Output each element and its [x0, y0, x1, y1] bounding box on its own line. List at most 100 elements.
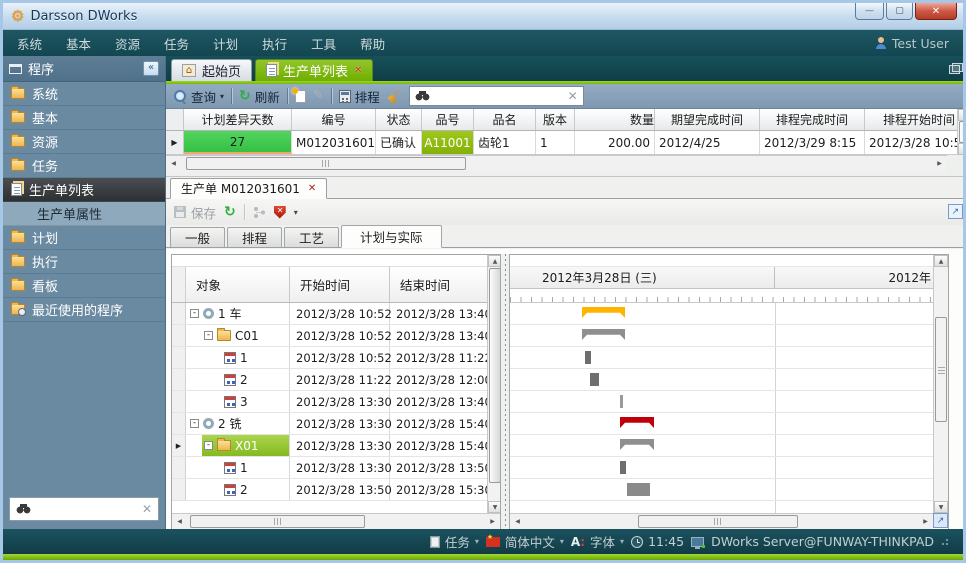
close-button[interactable]: ✕	[915, 3, 957, 20]
font-dropdown-icon[interactable]: ▾	[620, 537, 624, 546]
maximize-button[interactable]: ▢	[886, 3, 913, 20]
scroll-up-icon[interactable]: ▲	[488, 255, 500, 267]
shield-dropdown-icon[interactable]: ▾	[294, 208, 298, 217]
sidebar-search-box[interactable]: ✕	[9, 497, 159, 521]
gantt-hscrollbar[interactable]: ◀ ▶	[510, 513, 933, 529]
toolbar-search-box[interactable]: ✕	[409, 86, 584, 106]
col-item-no[interactable]: 品号	[422, 109, 474, 130]
tree-expander-icon[interactable]: -	[204, 331, 213, 340]
menu-help[interactable]: 帮助	[360, 34, 385, 53]
gantt-bar-summary[interactable]	[620, 439, 654, 450]
grid-hscrollbar[interactable]: ◀ ▶	[166, 155, 947, 171]
query-dropdown-icon[interactable]: ▾	[220, 92, 224, 101]
tree-row[interactable]: -C012012/3/28 10:522012/3/28 13:40	[172, 325, 487, 347]
tree-row[interactable]: 32012/3/28 13:302012/3/28 13:40	[172, 391, 487, 413]
tree-row[interactable]: 22012/3/28 13:502012/3/28 15:30	[172, 479, 487, 501]
scroll-down-icon[interactable]: ▼	[934, 501, 948, 513]
schedule-button[interactable]: 排程	[339, 87, 380, 106]
subtab-process[interactable]: 工艺	[284, 227, 339, 247]
sidebar-item[interactable]: 任务	[3, 154, 165, 178]
scroll-thumb[interactable]	[638, 515, 798, 528]
tree-row[interactable]: -1 车2012/3/28 10:522012/3/28 13:40	[172, 303, 487, 325]
col-expect-finish[interactable]: 期望完成时间	[655, 109, 760, 130]
cascade-windows-icon[interactable]	[949, 63, 963, 74]
col-plan-diff-days[interactable]: 计划差异天数	[184, 109, 292, 130]
gantt-popout-icon[interactable]: ↗	[933, 513, 948, 528]
popout-icon[interactable]: ↗	[948, 204, 963, 219]
toolbar-search-clear-icon[interactable]: ✕	[568, 89, 578, 103]
menu-resource[interactable]: 资源	[115, 34, 140, 53]
gantt-bar-task[interactable]	[620, 461, 626, 474]
tree-expander-icon[interactable]: -	[190, 419, 199, 428]
query-button[interactable]: 查询 ▾	[174, 87, 224, 106]
subtab-general[interactable]: 一般	[170, 227, 225, 247]
tree-col-object[interactable]: 对象	[186, 267, 290, 302]
subtab-schedule[interactable]: 排程	[227, 227, 282, 247]
gantt-bar-task[interactable]	[620, 395, 623, 408]
sidebar-search-clear-icon[interactable]: ✕	[142, 502, 152, 516]
tree-col-start[interactable]: 开始时间	[290, 267, 390, 302]
status-task-selector[interactable]: 任务 ▾	[430, 532, 479, 551]
sidebar-item[interactable]: 计划	[3, 226, 165, 250]
menu-tools[interactable]: 工具	[311, 34, 336, 53]
refresh-button[interactable]: ↻ 刷新	[239, 87, 280, 106]
scroll-right-icon[interactable]: ▶	[932, 156, 947, 171]
sidebar-item[interactable]: 最近使用的程序	[3, 298, 165, 322]
tree-row[interactable]: 12012/3/28 13:302012/3/28 13:50	[172, 457, 487, 479]
scroll-up-icon[interactable]: ▲	[958, 109, 966, 121]
grid-row[interactable]: ▶ 27 M012031601 已确认 A11001 齿轮1 1 200.00 …	[166, 131, 966, 155]
gantt-bar-task[interactable]	[585, 351, 591, 364]
col-item-name[interactable]: 品名	[474, 109, 536, 130]
gantt-vscrollbar[interactable]: ▲ ▼	[933, 255, 948, 513]
tree-vscrollbar[interactable]: ▲ ▼	[487, 255, 500, 513]
gantt-bar-summary[interactable]	[582, 329, 625, 340]
tree-expander-icon[interactable]: -	[190, 309, 199, 318]
task-dropdown-icon[interactable]: ▾	[475, 537, 479, 546]
scroll-thumb[interactable]	[186, 157, 466, 170]
sidebar-item[interactable]: 执行	[3, 250, 165, 274]
detail-refresh-icon[interactable]: ↻	[224, 206, 236, 218]
col-status[interactable]: 状态	[376, 109, 422, 130]
status-font-selector[interactable]: A: 字体 ▾	[571, 532, 624, 551]
sidebar-item[interactable]: 生产单属性	[3, 202, 165, 226]
scroll-down-icon[interactable]: ▼	[958, 143, 966, 155]
tree-row[interactable]: ▶-X012012/3/28 13:302012/3/28 15:40	[172, 435, 487, 457]
current-user[interactable]: Test User	[875, 36, 949, 51]
sidebar-item[interactable]: 看板	[3, 274, 165, 298]
tree-expander-icon[interactable]: -	[204, 441, 213, 450]
tree-hscrollbar[interactable]: ◀ ▶	[172, 513, 500, 529]
col-sched-finish[interactable]: 排程完成时间	[760, 109, 865, 130]
scroll-thumb[interactable]	[190, 515, 365, 528]
scroll-right-icon[interactable]: ▶	[485, 514, 500, 529]
sidebar-item[interactable]: 系统	[3, 82, 165, 106]
gantt-bar-task[interactable]	[627, 483, 650, 496]
tree-col-end[interactable]: 结束时间	[390, 267, 487, 302]
scroll-left-icon[interactable]: ◀	[172, 514, 187, 529]
menu-task[interactable]: 任务	[164, 34, 189, 53]
col-qty[interactable]: 数量	[575, 109, 655, 130]
scroll-thumb[interactable]	[489, 268, 500, 483]
sidebar-item[interactable]: 资源	[3, 130, 165, 154]
save-button[interactable]: 保存	[174, 203, 216, 222]
col-version[interactable]: 版本	[536, 109, 575, 130]
scroll-thumb[interactable]	[935, 317, 947, 422]
menu-plan[interactable]: 计划	[213, 34, 238, 53]
subtab-plan-vs-actual[interactable]: 计划与实际	[341, 225, 442, 248]
col-sched-start[interactable]: 排程开始时间	[865, 109, 966, 130]
status-language-selector[interactable]: 简体中文 ▾	[486, 532, 564, 551]
scroll-left-icon[interactable]: ◀	[510, 514, 525, 529]
scroll-right-icon[interactable]: ▶	[918, 514, 933, 529]
tab-close-icon[interactable]: ✕	[354, 65, 362, 76]
new-document-icon[interactable]	[295, 90, 306, 103]
detail-tab-close-icon[interactable]: ✕	[308, 183, 316, 194]
gantt-bar-summary[interactable]	[620, 417, 654, 428]
scroll-up-icon[interactable]: ▲	[934, 255, 948, 267]
resize-grip[interactable]	[941, 538, 949, 546]
edit-pencil-icon[interactable]: ✎	[313, 90, 324, 102]
sidebar-item[interactable]: 基本	[3, 106, 165, 130]
tab-home[interactable]: ⌂ 起始页	[171, 59, 252, 81]
menu-system[interactable]: 系统	[17, 34, 42, 53]
minimize-button[interactable]: —	[855, 3, 884, 20]
scroll-left-icon[interactable]: ◀	[166, 156, 181, 171]
tree-row[interactable]: 22012/3/28 11:222012/3/28 12:00	[172, 369, 487, 391]
